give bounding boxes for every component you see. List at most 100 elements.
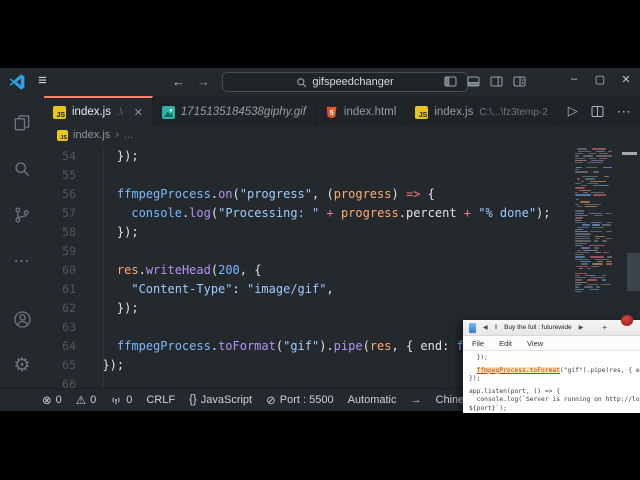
tab-path-hint: C:\...\fz3temp-2 [479,106,548,118]
code-line: 55 [44,166,640,185]
search-icon [296,77,307,88]
line-number: 55 [62,168,76,182]
popup-menubar: File Edit View [463,336,640,351]
status-item-automatic[interactable]: Automatic [348,394,397,406]
html-file-icon: 5 [326,106,337,118]
vscode-logo-icon [9,74,25,90]
status-item-javascript[interactable]: {} JavaScript [189,394,252,406]
line-number: 63 [62,320,76,334]
popup-menu-edit[interactable]: Edit [499,339,512,348]
indent-guide [103,147,104,388]
status-label: Port : 5500 [279,394,334,406]
overview-ruler-mark [622,152,637,155]
back-icon[interactable]: ← [172,74,185,89]
tab-index.html[interactable]: 5 index.html [315,96,407,126]
popup-add-icon[interactable]: + [602,323,607,332]
tab-label: 1715135184538giphy.gif [180,106,306,118]
video-frame: ≡ ← → gifspeedchanger – ▢ ✕ ⋯ ⚙ JS index… [0,0,640,480]
status-item-crlf[interactable]: CRLF [146,394,175,406]
tab-index.js[interactable]: JS index.js C:\...\fz3temp-2 [406,96,558,126]
status-label: 0 [90,394,97,406]
line-number: 57 [62,206,76,220]
editor-actions: ▷ ⋯ [558,96,640,126]
tab-1715135184538giphy.gif[interactable]: 1715135184538giphy.gif [152,96,316,126]
scrollbar-thumb[interactable] [627,253,640,291]
activity-item-more[interactable]: ⋯ [0,238,44,284]
breadcrumb-more: ... [123,129,134,141]
code-line: 57 console.log("Processing: " + progress… [44,204,640,223]
popup-titlebar: ◀ ‖ Buy the full : futurewide ▶ + [463,320,640,336]
tab-path-hint: .\ [117,106,123,118]
activity-item-files[interactable] [0,100,44,146]
code-line: 56 ffmpegProcess.on("progress", (progres… [44,185,640,204]
customize-layout-icon[interactable] [513,75,526,88]
code-text: ffmpegProcess.on("progress", (progress) … [116,187,435,201]
status-item-0[interactable]: ⊗ 0 [42,393,62,407]
activity-item-account[interactable] [0,296,44,342]
warning-icon: ⚠ [75,395,87,407]
breadcrumb[interactable]: JS index.js › ... [44,126,640,144]
search-input[interactable]: gifspeedchanger [222,72,468,92]
line-number: 62 [62,301,76,315]
toggle-sidebar-icon[interactable] [444,75,457,88]
code-line: 62 }); [44,299,640,318]
menu-icon[interactable]: ≡ [38,72,47,89]
maximize-button[interactable]: ▢ [594,73,606,86]
line-number: 56 [62,187,76,201]
popup-code-line: }); [469,375,481,382]
activity-item-settings[interactable]: ⚙ [0,342,44,388]
status-label: 0 [126,394,133,406]
popup-forward-icon[interactable]: ▶ [579,324,584,331]
search-icon [15,162,30,177]
status-item-port-5500[interactable]: ⊘ Port : 5500 [266,393,333,407]
tab-label: index.html [343,106,397,118]
status-label: → [410,394,422,406]
highlighted-code: ffmpegProcess.toFormat [476,366,560,374]
line-number: 66 [62,377,76,388]
code-text: "Content-Type": "image/gif", [131,282,334,296]
status-label: Automatic [347,394,397,406]
status-item-0[interactable]: ⚠ 0 [76,393,96,407]
code-line: 59 [44,242,640,261]
popup-menu-file[interactable]: File [472,339,484,348]
window-controls: – ▢ ✕ [568,73,632,86]
status-item-0[interactable]: 0 [110,394,132,406]
forward-icon[interactable]: → [197,74,210,89]
settings-icon: ⚙ [13,354,31,376]
activity-item-source-control[interactable] [0,192,44,238]
svg-text:5: 5 [329,109,333,116]
status-label: JavaScript [200,394,253,406]
source-control-icon [15,207,29,223]
code-text: console.log("Processing: " + progress.pe… [131,206,551,220]
js-file-icon: JS [57,129,68,141]
tab-index.js[interactable]: JS index.js .\ ✕ [44,96,153,126]
run-code-icon[interactable]: ▷ [568,103,578,119]
status-item--[interactable]: → [411,394,422,406]
broadcast-icon [110,394,122,406]
popup-pause-icon[interactable]: ‖ [495,325,497,331]
close-button[interactable]: ✕ [620,73,632,86]
minimize-button[interactable]: – [568,73,580,86]
breadcrumb-file: index.js [73,129,111,141]
split-editor-icon[interactable] [591,105,604,118]
line-number: 64 [62,339,76,353]
braces-icon: {} [189,394,197,406]
activity-item-search[interactable] [0,146,44,192]
popup-back-icon[interactable]: ◀ [483,324,488,331]
code-text: }); [88,149,139,163]
popup-menu-view[interactable]: View [527,339,543,348]
breadcrumb-separator: › [115,129,119,141]
code-line: 54 }); [44,147,640,166]
code-text: }); [88,301,139,315]
line-number: 58 [62,225,76,239]
image-file-icon [161,105,175,119]
toggle-secondary-sidebar-icon[interactable] [490,75,503,88]
tab-label: index.js [434,106,474,118]
tab-close-icon[interactable]: ✕ [134,106,143,119]
popup-code-line: console.log(`Server is running on http:/… [469,396,640,403]
toggle-panel-icon[interactable] [467,75,480,88]
line-number: 59 [62,244,76,258]
minimap[interactable] [574,146,612,296]
more-actions-icon[interactable]: ⋯ [617,103,632,120]
